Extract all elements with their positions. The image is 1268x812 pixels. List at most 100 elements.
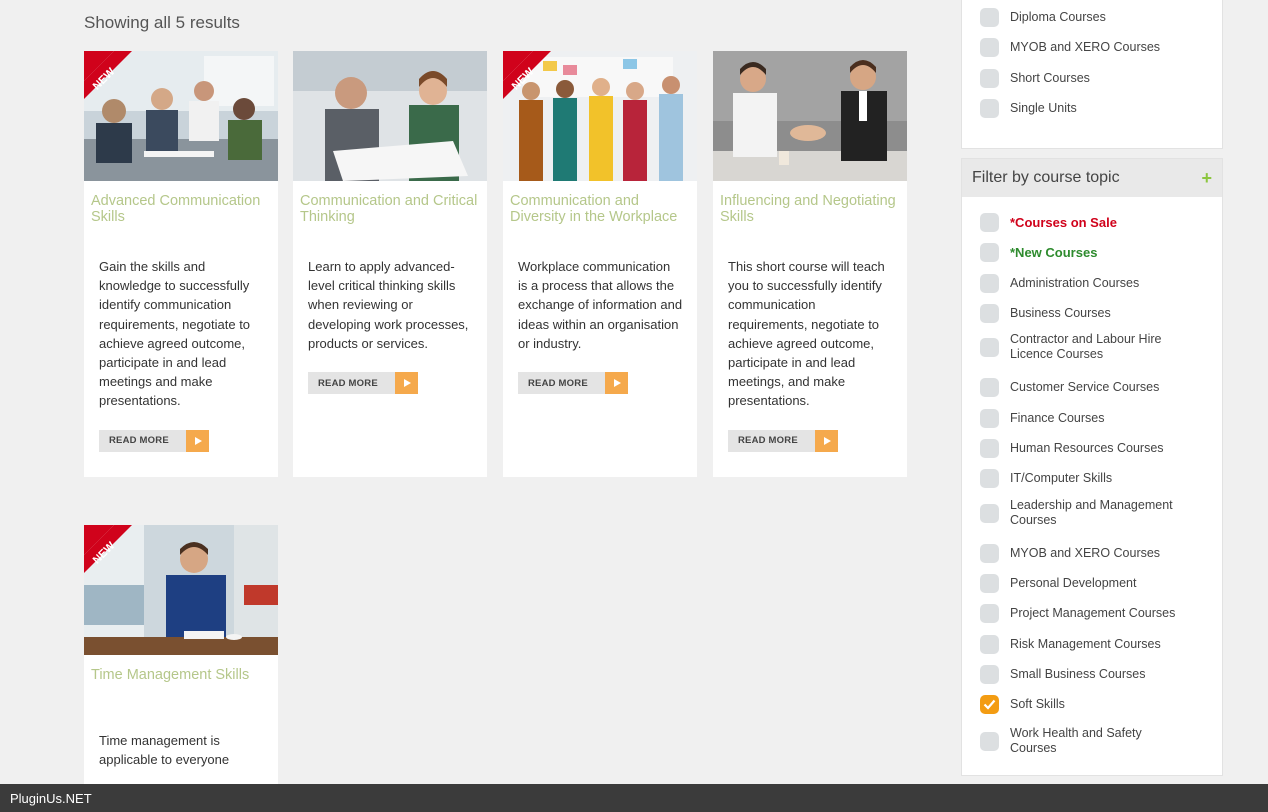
filter-option-label: *New Courses <box>1010 245 1098 260</box>
checkbox[interactable] <box>980 665 999 684</box>
filter-option[interactable]: Finance Courses <box>980 409 1188 428</box>
checkbox[interactable] <box>980 469 999 488</box>
filter-option[interactable]: *New Courses <box>980 243 1188 262</box>
read-more-button[interactable]: READ MORE <box>308 372 418 395</box>
filter-option-label: Project Management Courses <box>1010 606 1176 620</box>
read-more-label: READ MORE <box>518 372 605 395</box>
course-image[interactable]: NEW <box>84 51 278 181</box>
read-more-button[interactable]: READ MORE <box>728 429 838 452</box>
filter-option-label: MYOB and XERO Courses <box>1010 546 1161 560</box>
course-description: This short course will teach you to succ… <box>728 259 885 409</box>
filter-option[interactable]: Personal Development <box>980 574 1188 593</box>
course-image[interactable] <box>713 51 907 181</box>
filter-option[interactable]: Leadership and Management Courses <box>980 498 1188 528</box>
filter-option[interactable]: Administration Courses <box>980 274 1188 293</box>
course-card: NEW Advanced Communication Skills Gain t… <box>84 51 278 477</box>
course-card: NEW Communication and Diversity in the W… <box>503 51 697 477</box>
filter-option-label: Business Courses <box>1010 306 1111 320</box>
course-type-filter: Diploma Courses MYOB and XERO Courses Sh… <box>961 0 1223 149</box>
footer-bar: PluginUs.NET <box>0 784 1268 812</box>
filter-option[interactable]: Customer Service Courses <box>980 378 1188 397</box>
course-description: Learn to apply advanced-level critical t… <box>308 259 469 351</box>
read-more-label: READ MORE <box>308 372 395 395</box>
filter-option[interactable]: Risk Management Courses <box>980 635 1188 654</box>
course-title[interactable]: Time Management Skills <box>91 667 271 721</box>
filter-option[interactable]: Business Courses <box>980 304 1188 323</box>
read-more-button[interactable]: READ MORE <box>518 372 628 395</box>
filter-option-label: Customer Service Courses <box>1010 380 1160 394</box>
filter-option[interactable]: Soft Skills <box>980 695 1188 714</box>
filter-option[interactable]: *Courses on Sale <box>980 213 1188 232</box>
filter-option[interactable]: Human Resources Courses <box>980 439 1188 458</box>
checkbox-checked[interactable] <box>980 695 999 714</box>
expand-icon[interactable]: + <box>1201 168 1212 189</box>
course-title[interactable]: Advanced Communication Skills <box>91 193 271 247</box>
filter-option-label: *Courses on Sale <box>1010 215 1117 230</box>
checkbox[interactable] <box>980 409 999 428</box>
arrow-right-icon <box>815 429 838 452</box>
filter-option-label: Risk Management Courses <box>1010 637 1161 651</box>
filter-option-label: MYOB and XERO Courses <box>1010 40 1161 54</box>
checkbox[interactable] <box>980 304 999 323</box>
filter-option-label: Leadership and Management Courses <box>1010 498 1173 527</box>
filter-option[interactable]: Contractor and Labour Hire Licence Cours… <box>980 332 1188 362</box>
topic-filter-title: Filter by course topic <box>972 169 1120 186</box>
filter-option-label: Personal Development <box>1010 576 1137 590</box>
checkbox[interactable] <box>980 213 999 232</box>
checkbox[interactable] <box>980 503 999 523</box>
filter-option[interactable]: Single Units <box>980 99 1188 118</box>
filter-option[interactable]: MYOB and XERO Courses <box>980 544 1188 563</box>
topic-filter-header[interactable]: Filter by course topic + <box>962 159 1222 197</box>
course-title[interactable]: Communication and Diversity in the Workp… <box>510 193 690 247</box>
course-card: Influencing and Negotiating Skills This … <box>713 51 907 477</box>
results-count: Showing all 5 results <box>84 13 240 32</box>
filter-option[interactable]: Project Management Courses <box>980 604 1188 623</box>
course-description: Gain the skills and knowledge to success… <box>99 259 251 409</box>
filter-option-label: Soft Skills <box>1010 697 1065 711</box>
filter-option-label: Finance Courses <box>1010 411 1105 425</box>
filter-option[interactable]: IT/Computer Skills <box>980 469 1188 488</box>
checkbox[interactable] <box>980 38 999 57</box>
course-title[interactable]: Communication and Critical Thinking <box>300 193 480 247</box>
checkbox[interactable] <box>980 378 999 397</box>
checkbox[interactable] <box>980 635 999 654</box>
filter-option[interactable]: Small Business Courses <box>980 665 1188 684</box>
course-description: Workplace communication is a process tha… <box>518 259 683 351</box>
checkbox[interactable] <box>980 731 999 751</box>
checkmark-icon <box>983 699 996 710</box>
checkbox[interactable] <box>980 574 999 593</box>
topic-filter: Filter by course topic + *Courses on Sal… <box>961 158 1223 776</box>
arrow-right-icon <box>605 372 628 395</box>
read-more-button[interactable]: READ MORE <box>99 429 209 452</box>
course-image[interactable] <box>293 51 487 181</box>
course-description: Time management is applicable to everyon… <box>99 733 230 768</box>
filter-option-label: IT/Computer Skills <box>1010 471 1113 485</box>
arrow-right-icon <box>395 372 418 395</box>
checkbox[interactable] <box>980 604 999 623</box>
checkbox[interactable] <box>980 8 999 27</box>
course-image[interactable]: NEW <box>84 525 278 655</box>
filter-option-label: Administration Courses <box>1010 276 1140 290</box>
filter-option[interactable]: MYOB and XERO Courses <box>980 38 1188 57</box>
filter-option[interactable]: Short Courses <box>980 69 1188 88</box>
filter-option[interactable]: Work Health and Safety Courses <box>980 726 1188 756</box>
filter-option-label: Diploma Courses <box>1010 10 1106 24</box>
checkbox[interactable] <box>980 99 999 118</box>
filter-option-label: Small Business Courses <box>1010 667 1146 681</box>
checkbox[interactable] <box>980 274 999 293</box>
filter-option[interactable]: Diploma Courses <box>980 8 1188 27</box>
footer-text[interactable]: PluginUs.NET <box>10 791 92 806</box>
checkbox[interactable] <box>980 439 999 458</box>
checkbox[interactable] <box>980 337 999 357</box>
checkbox[interactable] <box>980 69 999 88</box>
filter-option-label: Short Courses <box>1010 71 1090 85</box>
course-image[interactable]: NEW <box>503 51 697 181</box>
filter-option-label: Single Units <box>1010 101 1077 115</box>
filter-option-label: Work Health and Safety Courses <box>1010 726 1142 755</box>
checkbox[interactable] <box>980 243 999 262</box>
read-more-label: READ MORE <box>728 429 815 452</box>
arrow-right-icon <box>186 429 209 452</box>
checkbox[interactable] <box>980 544 999 563</box>
course-title[interactable]: Influencing and Negotiating Skills <box>720 193 900 247</box>
filter-option-label: Human Resources Courses <box>1010 441 1164 455</box>
